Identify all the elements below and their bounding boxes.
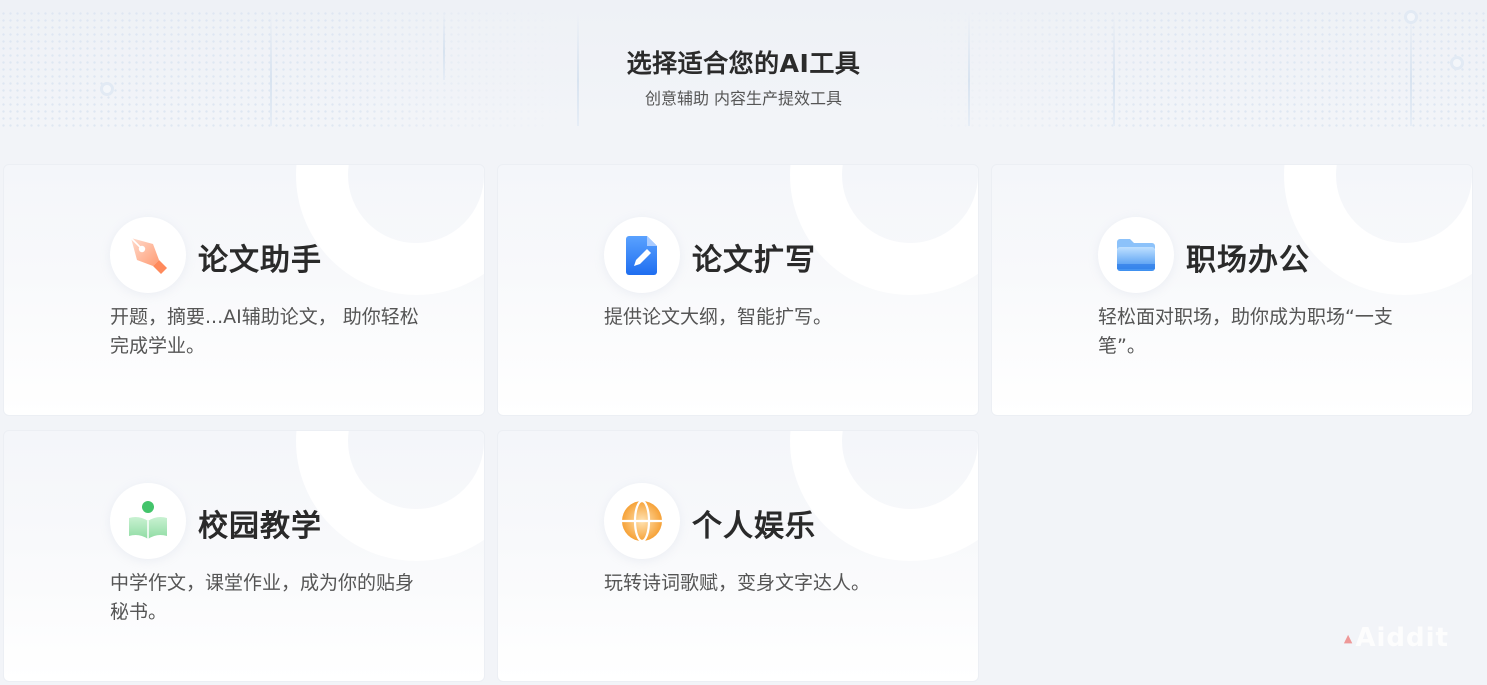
card-title: 职场办公 — [1186, 243, 1310, 278]
card-decoration — [296, 431, 484, 561]
pen-nib-icon — [110, 217, 186, 293]
card-title: 校园教学 — [198, 509, 322, 544]
card-decoration — [790, 431, 978, 561]
card-decoration — [296, 165, 484, 295]
tool-selection-page: 选择适合您的AI工具 创意辅助 内容生产提效工具 论文助手 开题，摘要...AI… — [0, 0, 1487, 685]
page-subtitle: 创意辅助 内容生产提效工具 — [644, 89, 843, 108]
watermark-triangle-icon: ▲ — [1343, 632, 1354, 645]
tool-card-thesis-expansion[interactable]: 论文扩写 提供论文大纲，智能扩写。 — [497, 164, 979, 416]
tool-card-campus-teaching[interactable]: 校园教学 中学作文，课堂作业，成为你的贴身秘书。 — [3, 430, 485, 682]
folder-icon — [1098, 217, 1174, 293]
card-title: 论文助手 — [198, 243, 322, 278]
card-description: 中学作文，课堂作业，成为你的贴身秘书。 — [110, 572, 415, 623]
card-description: 轻松面对职场，助你成为职场“一支笔”。 — [1098, 306, 1393, 357]
card-description: 提供论文大纲，智能扩写。 — [604, 306, 833, 328]
page-title: 选择适合您的AI工具 — [626, 49, 861, 78]
watermark-logo: ▲Aiddit — [1343, 623, 1449, 653]
tool-card-office[interactable]: 职场办公 轻松面对职场，助你成为职场“一支笔”。 — [991, 164, 1473, 416]
card-title: 个人娱乐 — [692, 509, 816, 544]
tool-card-thesis-assistant[interactable]: 论文助手 开题，摘要...AI辅助论文， 助你轻松完成学业。 — [3, 164, 485, 416]
document-edit-icon — [604, 217, 680, 293]
reading-student-icon — [110, 483, 186, 559]
card-decoration — [1284, 165, 1472, 295]
tool-card-entertainment[interactable]: 个人娱乐 玩转诗词歌赋，变身文字达人。 — [497, 430, 979, 682]
card-description: 开题，摘要...AI辅助论文， 助你轻松完成学业。 — [110, 306, 419, 357]
card-title: 论文扩写 — [692, 243, 816, 278]
banner-node — [1404, 10, 1418, 24]
card-decoration — [790, 165, 978, 295]
globe-icon — [604, 483, 680, 559]
card-description: 玩转诗词歌赋，变身文字达人。 — [604, 572, 871, 594]
